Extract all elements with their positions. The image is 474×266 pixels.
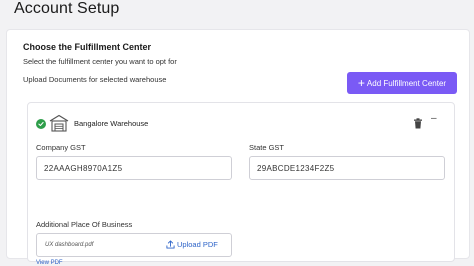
upload-description: Upload Documents for selected warehouse (23, 75, 167, 84)
upload-pdf-label: Upload PDF (177, 240, 218, 249)
company-gst-label: Company GST (36, 143, 86, 152)
file-name: UX dashboard.pdf (45, 242, 94, 248)
add-fulfillment-center-label: Add Fulfillment Center (366, 78, 447, 88)
state-gst-label: State GST (249, 143, 285, 152)
company-gst-field[interactable]: 22AAAGH8970A1Z5 (36, 156, 232, 180)
upload-icon (166, 240, 175, 249)
additional-place-label: Additional Place Of Business (36, 220, 133, 229)
upload-pdf-button[interactable]: Upload PDF (166, 240, 218, 249)
minus-icon[interactable]: – (431, 114, 441, 124)
plus-icon: + (357, 76, 365, 90)
fulfillment-card: Choose the Fulfillment Center Select the… (6, 29, 470, 266)
view-pdf-link[interactable]: View PDF (36, 260, 63, 266)
warehouse-card: Bangalore Warehouse – Company GST 22AAAG… (27, 102, 455, 266)
check-circle-icon (36, 119, 46, 129)
section-subtitle: Select the fulfillment center you want t… (23, 57, 177, 66)
state-gst-field[interactable]: 29ABCDE1234F2Z5 (249, 156, 445, 180)
pdf-upload-field[interactable]: UX dashboard.pdf Upload PDF (36, 233, 232, 257)
trash-icon[interactable] (413, 116, 423, 129)
warehouse-icon (49, 114, 69, 132)
warehouse-name: Bangalore Warehouse (74, 119, 149, 128)
add-fulfillment-center-button[interactable]: + Add Fulfillment Center (347, 72, 457, 94)
section-title: Choose the Fulfillment Center (23, 42, 152, 52)
page-title: Account Setup (14, 0, 120, 17)
